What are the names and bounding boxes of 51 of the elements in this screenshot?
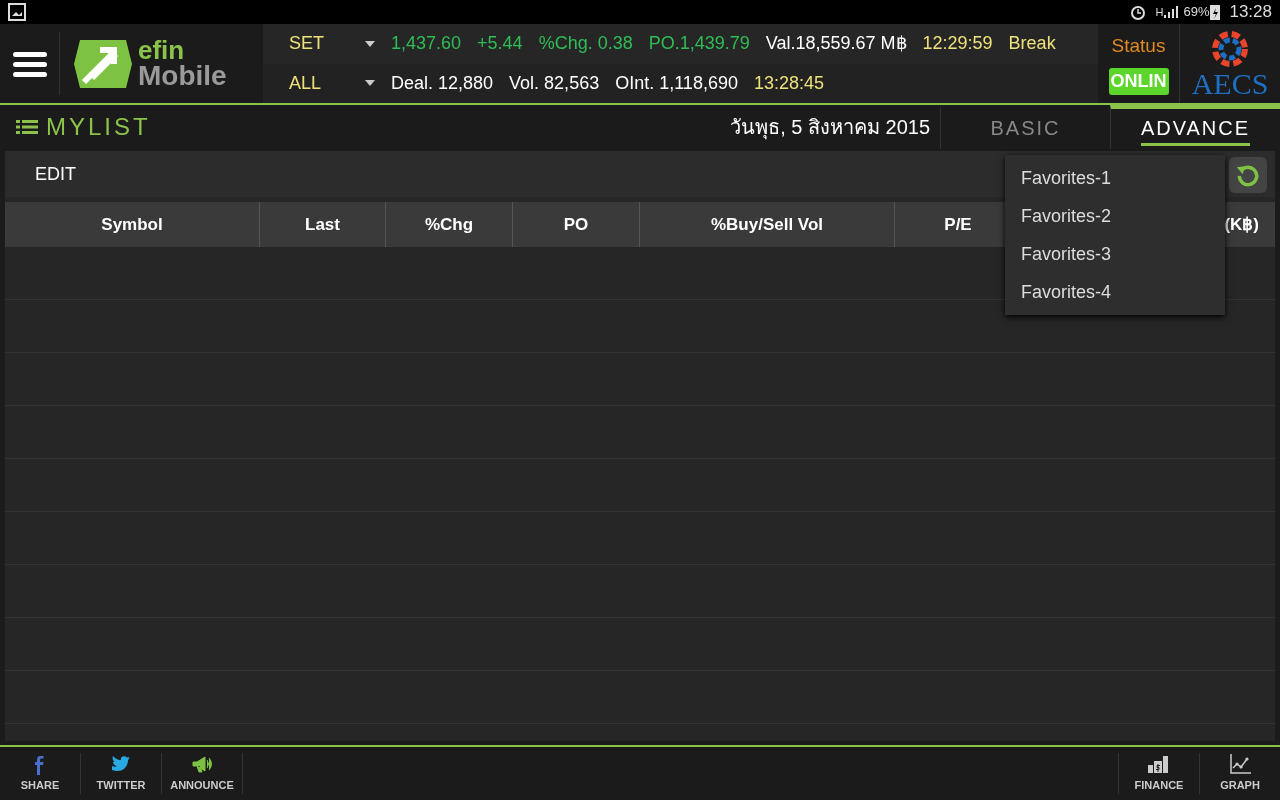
- column-header[interactable]: PO: [513, 202, 640, 247]
- toolbar-button[interactable]: GRAPH: [1199, 753, 1280, 794]
- ticker-value: 13:28:45: [753, 71, 824, 95]
- menu-icon[interactable]: [12, 50, 47, 77]
- ticker-value: +5.44: [477, 32, 523, 56]
- ticker-value: Val.18,559.67 M฿: [765, 32, 907, 56]
- alarm-icon: [1129, 3, 1148, 21]
- arrow-logo-icon: [72, 37, 132, 90]
- toolbar-button[interactable]: FINANCE: [1118, 753, 1199, 794]
- dropdown-caret-icon[interactable]: [365, 80, 375, 87]
- logo-text: efin: [138, 39, 185, 63]
- battery-icon: [1209, 3, 1222, 21]
- column-header[interactable]: Symbol: [5, 202, 260, 247]
- bar-chart-icon: [1148, 753, 1170, 776]
- menu-item[interactable]: Favorites-1: [1005, 159, 1225, 197]
- ticker-value: 1,437.60: [391, 32, 462, 56]
- pinwheel-logo-icon: [1210, 28, 1250, 69]
- network-type-label: H: [1155, 4, 1164, 20]
- refresh-button[interactable]: [1229, 157, 1267, 193]
- ticker-value: Vol. 82,563: [509, 71, 600, 95]
- column-header[interactable]: %Chg: [386, 202, 513, 247]
- ticker-value: OInt. 1,118,690: [615, 71, 738, 95]
- dropdown-caret-icon[interactable]: [365, 40, 375, 47]
- logo-text: Mobile: [138, 62, 227, 88]
- clock: 13:28: [1229, 1, 1272, 24]
- gallery-icon: [8, 3, 26, 21]
- page-title: MYLIST: [46, 112, 151, 142]
- ticker-value: PO.1,439.79: [648, 32, 750, 56]
- market-selector[interactable]: ALL: [289, 69, 349, 97]
- line-chart-icon: [1229, 753, 1251, 776]
- column-header[interactable]: %Buy/Sell Vol: [640, 202, 895, 247]
- megaphone-icon: [191, 753, 213, 776]
- ticker-value: Deal. 12,880: [391, 71, 494, 95]
- toolbar-button[interactable]: ANNOUNCE: [162, 753, 243, 794]
- toolbar-button[interactable]: SHARE: [0, 753, 81, 794]
- edit-button[interactable]: EDIT: [35, 160, 76, 188]
- ticker-value: %Chg. 0.38: [538, 32, 633, 56]
- list-icon: [16, 119, 38, 135]
- menu-item[interactable]: Favorites-4: [1005, 273, 1225, 311]
- battery-percent: 69%: [1183, 3, 1210, 22]
- signal-icon: [1163, 5, 1180, 19]
- ticker-value: Break: [1008, 32, 1056, 56]
- date-label: วันพุธ, 5 สิงหาคม 2015: [730, 115, 931, 142]
- tab[interactable]: BASIC: [940, 105, 1110, 149]
- market-selector[interactable]: SET: [289, 30, 349, 58]
- status-label: Status: [1111, 33, 1166, 58]
- broker-logo-text: AECS: [1191, 68, 1269, 99]
- status-badge: ONLIN: [1108, 68, 1169, 96]
- toolbar-button[interactable]: TWITTER: [81, 753, 162, 794]
- ticker-value: 12:29:59: [922, 32, 993, 56]
- column-header[interactable]: Last: [260, 202, 386, 247]
